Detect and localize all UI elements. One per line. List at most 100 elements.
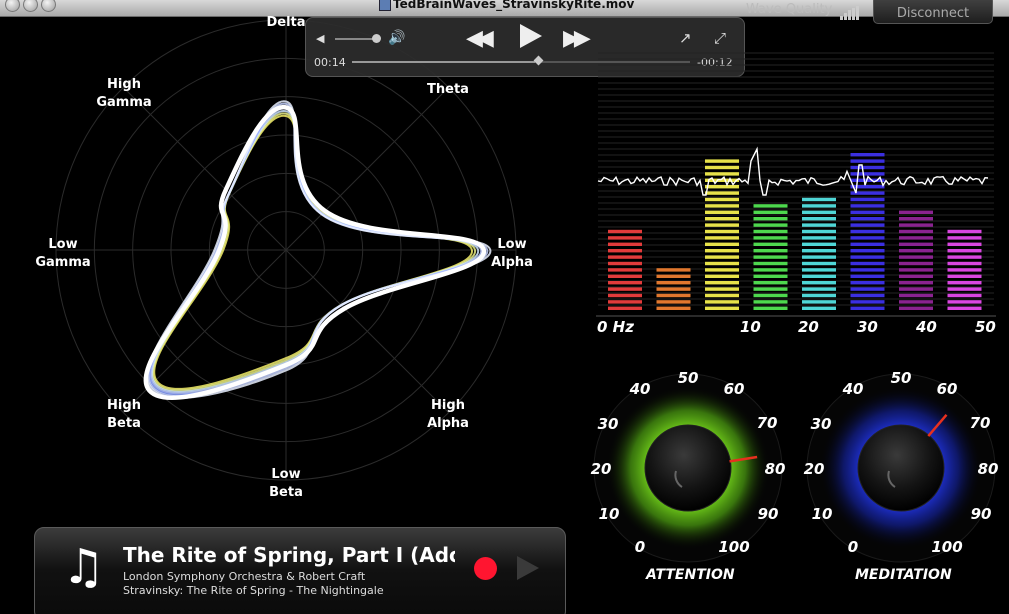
spectrum-bar-segment — [608, 236, 642, 240]
spectrum-bar-segment — [802, 268, 836, 272]
spectrum-bar-segment — [850, 300, 885, 304]
spectrum-bar-segment — [705, 172, 739, 176]
spectrum-axis-label-50: 50 — [975, 318, 996, 336]
spectrum-bar-segment — [802, 281, 836, 285]
spectrum-bar-segment — [850, 249, 885, 253]
meditation-scale-0: 0 — [847, 538, 859, 556]
spectrum-bar-segment — [802, 204, 836, 208]
meditation-scale-90: 90 — [970, 505, 992, 523]
meditation-scale-80: 80 — [977, 460, 999, 478]
attention-label: ATTENTION — [646, 567, 735, 583]
spectrum-bar-segment — [850, 274, 885, 278]
spectrum-bar-segment — [850, 210, 885, 214]
attention-scale-10: 10 — [598, 505, 620, 523]
spectrum-bar-segment — [947, 287, 982, 291]
spectrum-bar-segment — [608, 287, 642, 291]
spectrum-bar-segment — [850, 172, 885, 176]
attention-scale-50: 50 — [677, 369, 699, 387]
volume-high-icon[interactable]: 🔊 — [388, 30, 405, 46]
attention-scale-40: 40 — [629, 380, 651, 398]
spectrum-bar-segment — [656, 281, 691, 285]
spectrum-bar-segment — [705, 210, 739, 214]
meditation-scale-100: 100 — [931, 538, 963, 556]
spectrum-bar-segment — [705, 293, 739, 298]
spectrum-bar-segment — [850, 223, 885, 227]
attention-dial — [593, 373, 783, 563]
attention-scale-80: 80 — [764, 460, 786, 478]
spectrum-bar-segment — [947, 268, 982, 272]
radar-trace-history — [151, 110, 480, 393]
meditation-scale-60: 60 — [936, 380, 958, 398]
spectrum-bar-segment — [705, 249, 739, 253]
share-icon[interactable]: ↗ — [679, 30, 692, 46]
spectrum-bar-segment — [899, 261, 933, 266]
spectrum-bar-segment — [802, 236, 836, 240]
spectrum-bar-segment — [850, 159, 885, 163]
spectrum-bar-segment — [947, 261, 982, 266]
attention-scale-30: 30 — [597, 415, 619, 433]
spectrum-bar-segment — [753, 249, 788, 253]
spectrum-bar-segment — [850, 281, 885, 285]
meditation-label: MEDITATION — [855, 567, 952, 583]
spectrum-bar-segment — [705, 204, 739, 208]
spectrum-bar-segment — [753, 293, 788, 298]
spectrum-bar-segment — [899, 217, 933, 221]
spectrum-bar-segment — [753, 236, 788, 240]
spectrum-bar-segment — [705, 191, 739, 195]
record-button[interactable] — [474, 557, 497, 580]
spectrum-bar-segment — [608, 242, 642, 246]
track-album: Stravinsky: The Rite of Spring - The Nig… — [123, 584, 384, 597]
fast-forward-button[interactable]: ▶▶ — [563, 26, 591, 51]
spectrum-bar-segment — [850, 242, 885, 246]
meditation-dial — [806, 373, 996, 563]
disconnect-button[interactable]: Disconnect — [873, 0, 993, 24]
rewind-button[interactable]: ◀◀ — [466, 26, 494, 51]
spectrum-bar-segment — [608, 255, 642, 259]
spectrum-bar-segment — [705, 159, 739, 163]
spectrum-bar-segment — [753, 229, 788, 234]
radar-trace-current — [143, 105, 487, 400]
now-playing-play-button[interactable] — [517, 556, 539, 580]
spectrum-axis-label-20: 20 — [798, 318, 819, 336]
attention-scale-20: 20 — [590, 460, 612, 478]
spectrum-bar-segment — [802, 217, 836, 221]
spectrum-bar-segment — [705, 229, 739, 234]
spectrum-bar-segment — [947, 281, 982, 285]
spectrum-bar-segment — [753, 261, 788, 266]
spectrum-bar-segment — [850, 197, 885, 202]
attention-scale-70: 70 — [756, 414, 778, 432]
spectrum-bar-segment — [753, 300, 788, 304]
spectrum-bar-segment — [656, 300, 691, 304]
spectrum-bar-segment — [753, 255, 788, 259]
spectrum-bar-segment — [753, 306, 788, 310]
attention-scale-0: 0 — [634, 538, 646, 556]
meditation-scale-40: 40 — [842, 380, 864, 398]
meditation-scale-20: 20 — [803, 460, 825, 478]
spectrum-bar-segment — [753, 281, 788, 285]
spectrum-bar-segment — [608, 274, 642, 278]
spectrum-bar-segment — [947, 274, 982, 278]
spectrum-bar-segment — [802, 210, 836, 214]
fullscreen-icon[interactable]: ⤢ — [714, 30, 726, 46]
volume-slider-knob[interactable] — [372, 34, 381, 43]
play-button[interactable] — [520, 24, 542, 48]
spectrum-bar-segment — [802, 261, 836, 266]
spectrum-bar-segment — [947, 236, 982, 240]
signal-strength-icon — [840, 6, 860, 20]
spectrum-bar-segment — [705, 300, 739, 304]
spectrum-bar-segment — [705, 217, 739, 221]
spectrum-bar-segment — [705, 165, 739, 170]
spectrum-axis-label-30: 30 — [857, 318, 878, 336]
spectrum-bar-segment — [947, 229, 982, 234]
spectrum-bar-segment — [753, 274, 788, 278]
track-artist: London Symphony Orchestra & Robert Craft — [123, 570, 366, 583]
spectrum-bar-segment — [802, 306, 836, 310]
spectrum-bar-segment — [850, 153, 885, 157]
spectrum-bar-segment — [753, 217, 788, 221]
spectrum-bar-segment — [802, 255, 836, 259]
spectrum-bar-segment — [947, 300, 982, 304]
spectrum-bar-segment — [608, 249, 642, 253]
radar-label-high-beta: High Beta — [107, 398, 141, 431]
spectrum-bar-segment — [850, 261, 885, 266]
radar-label-low-beta: Low Beta — [269, 467, 303, 500]
